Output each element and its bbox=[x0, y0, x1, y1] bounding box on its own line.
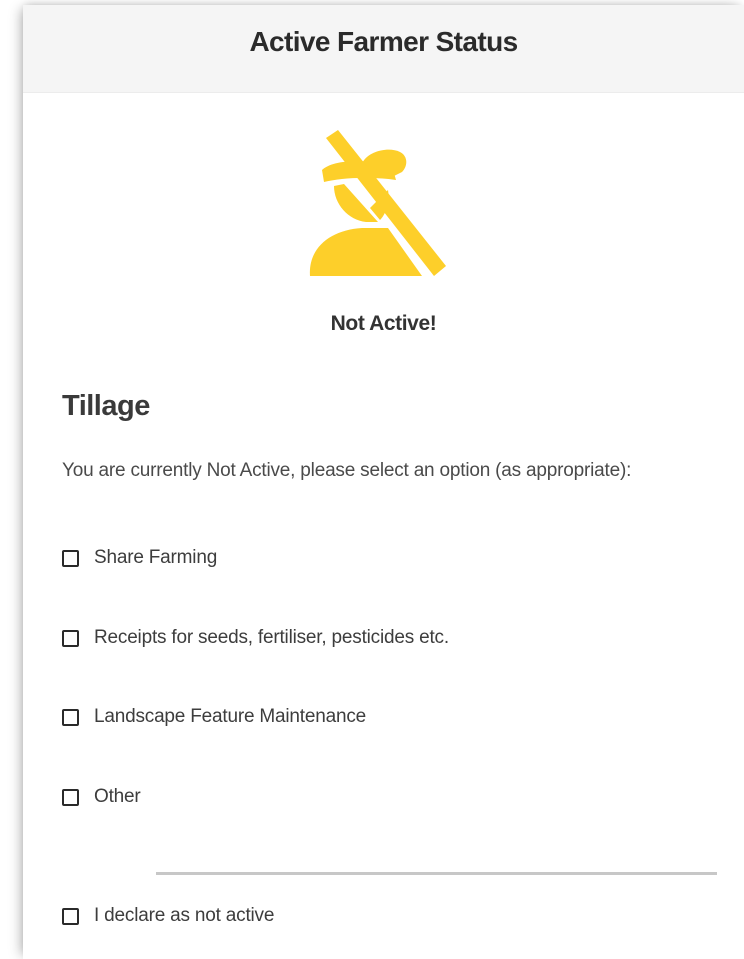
option-other[interactable]: Other bbox=[62, 786, 141, 808]
option-label: Landscape Feature Maintenance bbox=[94, 706, 367, 727]
option-label: Receipts for seeds, fertiliser, pesticid… bbox=[94, 627, 449, 648]
landscape-feature-checkbox[interactable] bbox=[62, 708, 79, 726]
declaration-checkbox[interactable] bbox=[62, 907, 79, 925]
page-title: Active Farmer Status bbox=[249, 25, 518, 57]
panel-header: Active Farmer Status bbox=[23, 5, 744, 93]
section-title: Tillage bbox=[62, 390, 150, 422]
option-label: Other bbox=[94, 786, 141, 807]
option-landscape-feature[interactable]: Landscape Feature Maintenance bbox=[62, 706, 366, 728]
declaration-option[interactable]: I declare as not active bbox=[62, 905, 274, 927]
option-share-farming[interactable]: Share Farming bbox=[62, 547, 217, 569]
receipts-checkbox[interactable] bbox=[62, 629, 79, 647]
divider bbox=[156, 872, 717, 875]
option-receipts[interactable]: Receipts for seeds, fertiliser, pesticid… bbox=[62, 627, 449, 649]
option-label: Share Farming bbox=[94, 547, 218, 568]
instruction-text: You are currently Not Active, please sel… bbox=[62, 460, 632, 481]
other-checkbox[interactable] bbox=[62, 788, 79, 806]
status-text: Not Active! bbox=[330, 312, 437, 335]
declaration-label: I declare as not active bbox=[94, 905, 275, 926]
farmer-not-active-icon bbox=[304, 130, 449, 280]
active-farmer-status-panel: Active Farmer Status Not Active! Tillage… bbox=[23, 5, 744, 959]
share-farming-checkbox[interactable] bbox=[62, 549, 79, 567]
